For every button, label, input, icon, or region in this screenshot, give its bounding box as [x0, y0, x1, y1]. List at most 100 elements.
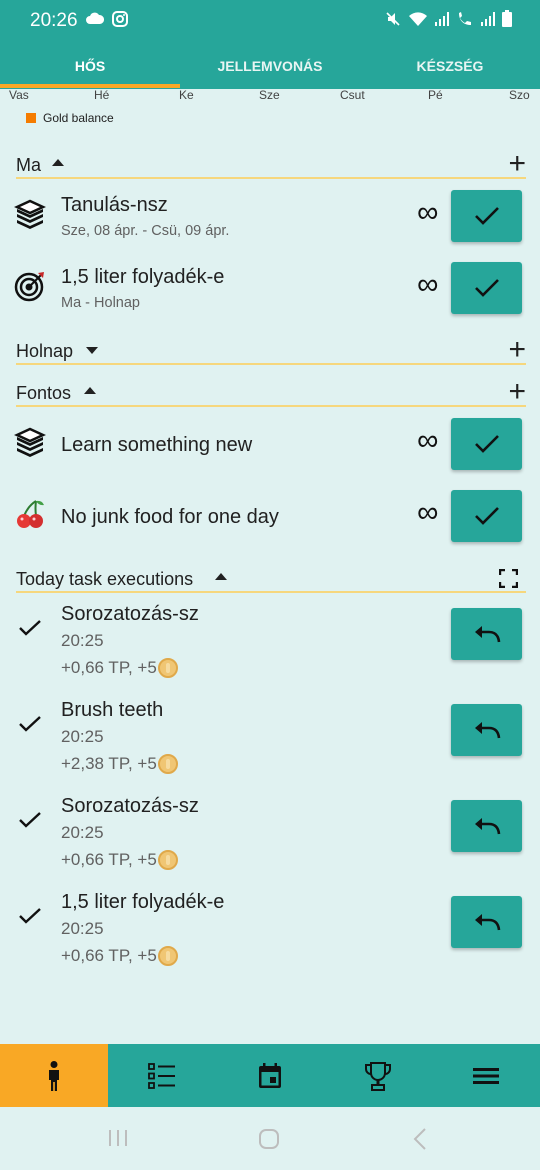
- infinity-icon: ∞: [417, 268, 439, 301]
- undo-icon: [474, 626, 500, 643]
- calendar-icon: [259, 1062, 281, 1088]
- nav-achievements[interactable]: [324, 1044, 432, 1107]
- execution-reward: +0,66 TP, +5: [61, 850, 178, 870]
- caret-up-icon: [84, 387, 96, 394]
- infinity-icon: ∞: [417, 424, 439, 457]
- tab-keszseg[interactable]: KÉSZSÉG: [360, 42, 540, 89]
- instagram-icon: [112, 11, 128, 27]
- caret-up-icon: [52, 159, 64, 166]
- execution-item: 1,5 liter folyadék-e 20:25 +0,66 TP, +5: [0, 891, 540, 981]
- section-header-tomorrow[interactable]: Holnap +: [16, 335, 526, 365]
- caret-down-icon: [86, 347, 98, 354]
- undo-icon: [474, 722, 500, 739]
- section-header-executions[interactable]: Today task executions: [16, 567, 526, 593]
- check-icon: [474, 207, 499, 225]
- complete-task-button[interactable]: [451, 262, 522, 314]
- day-label: Hé: [94, 88, 110, 102]
- signal-icon: [435, 11, 449, 26]
- fullscreen-icon[interactable]: [499, 569, 518, 588]
- day-label: Csut: [340, 88, 365, 102]
- coin-icon: [157, 946, 178, 966]
- execution-item: Sorozatozás-sz 20:25 +0,66 TP, +5: [0, 795, 540, 885]
- day-label: Szo: [509, 88, 530, 102]
- undo-button[interactable]: [451, 896, 522, 948]
- coin-icon: [157, 658, 178, 678]
- check-icon: [19, 812, 41, 828]
- nav-menu[interactable]: [432, 1044, 540, 1107]
- add-task-button[interactable]: +: [508, 149, 526, 179]
- execution-reward: +0,66 TP, +5: [61, 946, 178, 966]
- checklist-icon: [148, 1062, 175, 1089]
- execution-title: Sorozatozás-sz: [61, 795, 199, 817]
- tab-jellemvonas[interactable]: JELLEMVONÁS: [180, 42, 360, 89]
- recent-apps-icon[interactable]: [107, 1127, 129, 1149]
- complete-task-button[interactable]: [451, 418, 522, 470]
- nav-tasks[interactable]: [108, 1044, 216, 1107]
- reward-text: +0,66 TP, +5: [61, 946, 157, 965]
- task-item[interactable]: 1,5 liter folyadék-e Ma - Holnap ∞: [0, 262, 540, 322]
- mute-icon: [386, 11, 400, 26]
- tab-bar: HŐS JELLEMVONÁS KÉSZSÉG: [0, 42, 540, 89]
- caret-up-icon: [215, 573, 227, 580]
- complete-task-button[interactable]: [451, 190, 522, 242]
- section-title: Fontos: [16, 383, 72, 403]
- coin-icon: [157, 754, 178, 774]
- execution-time: 20:25: [61, 823, 104, 842]
- check-icon: [19, 908, 41, 924]
- section-header-today[interactable]: Ma +: [16, 149, 526, 179]
- day-label: Vas: [9, 88, 29, 102]
- complete-task-button[interactable]: [451, 490, 522, 542]
- execution-title: Sorozatozás-sz: [61, 603, 199, 625]
- execution-time: 20:25: [61, 631, 104, 650]
- battery-icon: [502, 10, 512, 27]
- books-icon: [14, 427, 46, 457]
- person-icon: [49, 1060, 59, 1091]
- status-time: 20:26: [30, 10, 78, 31]
- home-icon[interactable]: [257, 1127, 281, 1151]
- task-date-range: Ma - Holnap: [61, 295, 140, 311]
- add-task-button[interactable]: +: [508, 377, 526, 407]
- execution-reward: +2,38 TP, +5: [61, 754, 178, 774]
- execution-time: 20:25: [61, 919, 104, 938]
- infinity-icon: ∞: [417, 196, 439, 229]
- wifi-call-icon: [459, 11, 471, 25]
- check-icon: [19, 620, 41, 636]
- add-task-button[interactable]: +: [508, 335, 526, 365]
- check-icon: [19, 716, 41, 732]
- execution-reward: +0,66 TP, +5: [61, 658, 178, 678]
- infinity-icon: ∞: [417, 496, 439, 529]
- day-label: Pé: [428, 88, 443, 102]
- undo-icon: [474, 818, 500, 835]
- coin-icon: [157, 850, 178, 870]
- check-icon: [474, 507, 499, 525]
- chart-day-labels: Vas Hé Ke Sze Csut Pé Szo: [0, 88, 540, 102]
- section-header-important[interactable]: Fontos +: [16, 377, 526, 407]
- check-icon: [474, 279, 499, 297]
- back-icon[interactable]: [412, 1127, 428, 1151]
- wifi-icon: [409, 11, 427, 26]
- nav-calendar[interactable]: [216, 1044, 324, 1107]
- undo-button[interactable]: [451, 608, 522, 660]
- section-title: Today task executions: [16, 569, 194, 589]
- task-date-range: Sze, 08 ápr. - Csü, 09 ápr.: [61, 223, 230, 239]
- cherry-icon: [17, 500, 44, 528]
- undo-button[interactable]: [451, 704, 522, 756]
- tab-hos[interactable]: HŐS: [0, 42, 180, 89]
- undo-button[interactable]: [451, 800, 522, 852]
- reward-text: +0,66 TP, +5: [61, 658, 157, 677]
- chart-legend: Gold balance: [26, 111, 114, 125]
- day-label: Ke: [179, 88, 194, 102]
- trophy-icon: [365, 1061, 391, 1091]
- task-title: No junk food for one day: [61, 506, 279, 528]
- task-item[interactable]: Tanulás-nsz Sze, 08 ápr. - Csü, 09 ápr. …: [0, 190, 540, 250]
- check-icon: [474, 435, 499, 453]
- cloud-icon: [86, 12, 104, 24]
- nav-hero[interactable]: [0, 1044, 108, 1107]
- task-title: Tanulás-nsz: [61, 194, 168, 216]
- legend-swatch: [26, 113, 36, 123]
- books-icon: [14, 199, 46, 229]
- target-icon: [14, 272, 44, 302]
- bottom-nav: [0, 1044, 540, 1107]
- task-item[interactable]: No junk food for one day ∞: [0, 490, 540, 550]
- task-item[interactable]: Learn something new ∞: [0, 418, 540, 478]
